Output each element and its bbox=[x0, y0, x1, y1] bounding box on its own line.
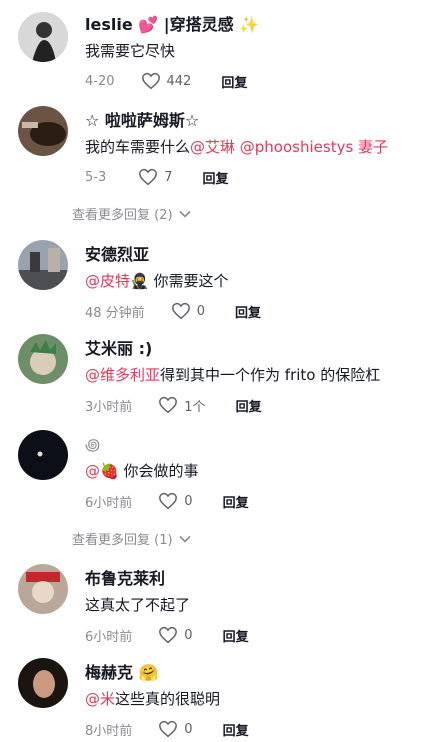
mention-link[interactable]: @米 bbox=[85, 690, 115, 708]
avatar-image bbox=[18, 334, 68, 384]
reply-button[interactable]: 回复 bbox=[235, 302, 261, 321]
author-name[interactable]: 梅赫克 bbox=[85, 663, 133, 682]
author-name[interactable]: 布鲁克莱利 bbox=[85, 568, 426, 590]
comment-text-main: 你需要这个 bbox=[148, 272, 229, 290]
comment-date: 48 分钟前 bbox=[85, 305, 145, 321]
comment-date: 5-3 bbox=[85, 169, 107, 185]
avatar-image bbox=[18, 240, 68, 290]
reply-button[interactable]: 回复 bbox=[223, 720, 249, 739]
sparkle-emoji: ✨ bbox=[239, 15, 260, 34]
like-button[interactable]: 0 bbox=[158, 720, 193, 738]
heart-icon bbox=[139, 168, 158, 186]
like-button[interactable]: 1个 bbox=[158, 396, 206, 415]
chevron-down-icon bbox=[178, 535, 191, 543]
author-name[interactable]: 安德烈亚 bbox=[85, 244, 426, 266]
view-more-replies[interactable]: 查看更多回复 (1) bbox=[72, 529, 191, 548]
avatar[interactable] bbox=[18, 658, 68, 708]
avatar[interactable] bbox=[18, 106, 68, 156]
comment-meta: 48 分钟前 0 回复 bbox=[85, 301, 426, 321]
like-button[interactable]: 442 bbox=[141, 72, 192, 90]
heart-icon bbox=[159, 626, 178, 644]
view-more-label: 查看更多回复 (2) bbox=[72, 208, 173, 223]
heart-icon bbox=[171, 302, 190, 320]
comment-text-main: 得到其中一个作为 frito 的保险杠 bbox=[160, 366, 381, 384]
avatar[interactable] bbox=[18, 334, 68, 384]
like-button[interactable]: 7 bbox=[138, 168, 173, 186]
comment-text: @皮特🥷 你需要这个 bbox=[85, 271, 426, 292]
reply-button[interactable]: 回复 bbox=[223, 492, 249, 511]
like-button[interactable]: 0 bbox=[158, 626, 193, 644]
mention-link[interactable]: @皮特 bbox=[85, 272, 130, 290]
comment-date: 3小时前 bbox=[85, 399, 133, 415]
like-count: 7 bbox=[164, 169, 173, 185]
comment-date: 4-20 bbox=[85, 73, 115, 89]
heart-icon bbox=[159, 492, 178, 510]
comment-text: @维多利亚得到其中一个作为 frito 的保险杠 bbox=[85, 365, 426, 386]
like-count: 1个 bbox=[184, 399, 206, 415]
avatar[interactable] bbox=[18, 240, 68, 290]
comment-meta: 6小时前 0 回复 bbox=[85, 491, 426, 511]
author-name[interactable]: ☆ 啦啦萨姆斯☆ bbox=[85, 110, 426, 132]
like-count: 0 bbox=[184, 493, 193, 509]
chevron-down-icon bbox=[178, 210, 191, 218]
comment-text: 我需要它尽快 bbox=[85, 42, 176, 60]
comment-date: 6小时前 bbox=[85, 629, 133, 645]
avatar-image bbox=[18, 564, 68, 614]
hug-emoji: 🤗 bbox=[138, 663, 159, 682]
like-count: 442 bbox=[166, 73, 192, 89]
avatar[interactable] bbox=[18, 564, 68, 614]
comment-meta: 8小时前 0 回复 bbox=[85, 719, 426, 739]
avatar-image bbox=[18, 106, 68, 156]
comment-date: 8小时前 bbox=[85, 723, 133, 739]
view-more-label: 查看更多回复 (1) bbox=[72, 533, 173, 548]
heart-icon bbox=[159, 720, 178, 738]
reply-button[interactable]: 回复 bbox=[203, 168, 229, 187]
like-count: 0 bbox=[196, 303, 205, 319]
comment-text: 我的车需要什么@艾琳 @phooshiestys 妻子 bbox=[85, 137, 426, 158]
author-name[interactable]: 艾米丽 :) bbox=[85, 338, 426, 360]
heart-icon bbox=[159, 396, 178, 414]
strawberry-emoji: 🍓 bbox=[100, 462, 119, 480]
comment-meta: 3小时前 1个 回复 bbox=[85, 395, 426, 415]
mention-link[interactable]: @维多利亚 bbox=[85, 366, 160, 384]
comment-text-main: 我的车需要什么 bbox=[85, 138, 191, 156]
like-button[interactable]: 0 bbox=[171, 302, 205, 320]
author-name-suffix[interactable]: |穿搭灵感 bbox=[164, 15, 234, 34]
view-more-replies[interactable]: 查看更多回复 (2) bbox=[72, 204, 191, 223]
avatar[interactable] bbox=[18, 430, 68, 480]
avatar[interactable] bbox=[18, 12, 68, 62]
comment-text-main: 这些真的很聪明 bbox=[115, 690, 221, 708]
avatar-image bbox=[18, 12, 68, 62]
comment-meta: 4-20 442 回复 bbox=[85, 71, 426, 91]
author-name[interactable]: leslie bbox=[85, 15, 133, 34]
comment-date: 6小时前 bbox=[85, 495, 133, 511]
heart-emoji: 💕 bbox=[138, 15, 159, 34]
heart-icon bbox=[141, 72, 160, 90]
comment-text: 这真太了不起了 bbox=[85, 596, 191, 614]
like-count: 0 bbox=[184, 721, 193, 737]
reply-button[interactable]: 回复 bbox=[236, 396, 262, 415]
avatar-image bbox=[18, 658, 68, 708]
ninja-emoji: 🥷 bbox=[130, 272, 149, 290]
comment-meta: 5-3 7 回复 bbox=[85, 167, 426, 187]
reply-button[interactable]: 回复 bbox=[221, 72, 247, 91]
reply-button[interactable]: 回复 bbox=[223, 626, 249, 645]
mention-link[interactable]: @ bbox=[85, 462, 100, 480]
comment-meta: 6小时前 0 回复 bbox=[85, 625, 426, 645]
like-count: 0 bbox=[184, 627, 193, 643]
comment-author[interactable]: leslie 💕 |穿搭灵感 ✨ bbox=[85, 14, 426, 36]
mention-link[interactable]: @艾琳 @phooshiestys 妻子 bbox=[190, 138, 388, 156]
like-button[interactable]: 0 bbox=[158, 492, 193, 510]
author-name[interactable]: ꩜ bbox=[85, 434, 426, 456]
avatar-image bbox=[18, 430, 68, 480]
comment-text-main: 你会做的事 bbox=[118, 462, 199, 480]
comment-text: @🍓 你会做的事 bbox=[85, 461, 426, 482]
comment-text: @米这些真的很聪明 bbox=[85, 689, 426, 710]
comment-author[interactable]: 梅赫克 🤗 bbox=[85, 662, 426, 684]
